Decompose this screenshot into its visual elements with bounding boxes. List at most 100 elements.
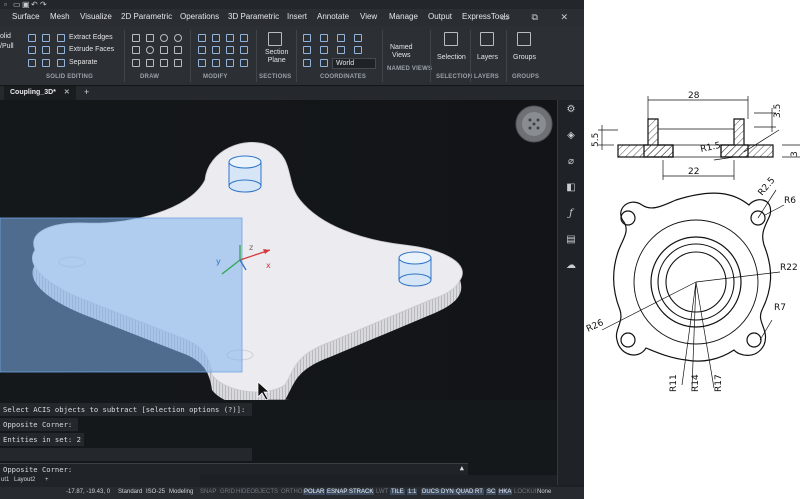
groups-icon[interactable]: [517, 32, 531, 46]
model-viewport[interactable]: y z x: [0, 100, 557, 400]
chevron-up-icon[interactable]: ▲: [460, 464, 464, 472]
extrude-faces-icon[interactable]: [57, 46, 65, 54]
tab-coupling-3d[interactable]: Coupling_3D* ✕: [4, 86, 76, 100]
trim-icon[interactable]: [240, 46, 248, 54]
polygon-icon[interactable]: [132, 59, 140, 67]
scale-icon[interactable]: [226, 34, 234, 42]
structure-icon[interactable]: ▤: [565, 234, 577, 246]
view-cube-icon[interactable]: [515, 105, 553, 143]
layers-button[interactable]: Layers: [477, 54, 498, 61]
save-icon[interactable]: ▣: [22, 0, 30, 9]
ducs-toggle[interactable]: DUCS: [421, 489, 441, 495]
snap-toggle[interactable]: SNAP: [199, 489, 217, 495]
polyline-icon[interactable]: [146, 34, 154, 42]
separate-icon[interactable]: [57, 59, 65, 67]
section-plane-button[interactable]: Section Plane: [265, 49, 288, 65]
hka-toggle[interactable]: HKA: [498, 489, 513, 495]
menu-mesh[interactable]: Mesh: [50, 12, 70, 21]
ucs-icon[interactable]: [337, 46, 345, 54]
menu-view[interactable]: View: [360, 12, 377, 21]
point-icon[interactable]: [146, 59, 154, 67]
open-icon[interactable]: ▭: [13, 0, 21, 9]
menu-insert[interactable]: Insert: [287, 12, 307, 21]
strack-toggle[interactable]: STRACK: [348, 489, 375, 495]
extrude-faces-button[interactable]: Extrude Faces: [69, 46, 114, 53]
spline-icon[interactable]: [174, 46, 182, 54]
add-layout-button[interactable]: +: [45, 477, 49, 483]
dim-style-status[interactable]: ISO-25: [146, 489, 165, 495]
undo-icon[interactable]: ↶: [31, 0, 38, 9]
text-style-status[interactable]: Standard: [118, 489, 142, 495]
section-plane-icon[interactable]: [268, 32, 282, 46]
array-icon[interactable]: [212, 46, 220, 54]
menu-output[interactable]: Output: [428, 12, 452, 21]
explode-icon[interactable]: [226, 59, 234, 67]
menu-operations[interactable]: Operations: [180, 12, 219, 21]
esnap-toggle[interactable]: ESNAP: [326, 489, 349, 495]
named-views-button[interactable]: Named Views: [390, 44, 413, 60]
ucs-icon[interactable]: [320, 46, 328, 54]
layers-icon[interactable]: [480, 32, 494, 46]
rt-toggle[interactable]: RT: [474, 489, 484, 495]
rectangle-icon[interactable]: [132, 46, 140, 54]
lwt-toggle[interactable]: LWT: [375, 489, 389, 495]
layers-panel-icon[interactable]: ◈: [565, 130, 577, 142]
rotate-icon[interactable]: [212, 34, 220, 42]
extract-edges-button[interactable]: Extract Edges: [69, 34, 113, 41]
ucs-icon[interactable]: [303, 59, 311, 67]
ucs-select[interactable]: World: [332, 58, 376, 69]
ucs-icon[interactable]: [320, 34, 328, 42]
cloud-icon[interactable]: ☁: [565, 260, 577, 272]
solid-edit-icon[interactable]: [42, 46, 50, 54]
sc-toggle[interactable]: SC: [486, 489, 497, 495]
menu-manage[interactable]: Manage: [389, 12, 418, 21]
boundary-icon[interactable]: [174, 59, 182, 67]
solid-edit-icon[interactable]: [42, 59, 50, 67]
copy-icon[interactable]: [198, 46, 206, 54]
mirror-icon[interactable]: [240, 34, 248, 42]
circle-icon[interactable]: [160, 34, 168, 42]
groups-button[interactable]: Groups: [513, 54, 536, 61]
region-icon[interactable]: [160, 59, 168, 67]
ortho-toggle[interactable]: ORTHO: [280, 489, 304, 495]
properties-icon[interactable]: ⚙: [565, 104, 577, 116]
ucs-icon[interactable]: [337, 34, 345, 42]
move-icon[interactable]: [198, 34, 206, 42]
ellipse-icon[interactable]: [146, 46, 154, 54]
window-controls[interactable]: ▭ ⧉ ✕: [501, 12, 578, 23]
ucs-icon[interactable]: [303, 34, 311, 42]
ucs-icon[interactable]: [354, 46, 362, 54]
new-tab-button[interactable]: +: [84, 87, 89, 97]
library-icon[interactable]: ◧: [565, 182, 577, 194]
command-input[interactable]: Opposite Corner: ▲: [0, 463, 468, 475]
line-icon[interactable]: [132, 34, 140, 42]
arc-icon[interactable]: [174, 34, 182, 42]
selection-button[interactable]: Selection: [437, 54, 466, 61]
menu-annotate[interactable]: Annotate: [317, 12, 349, 21]
solid-edit-icon[interactable]: [42, 34, 50, 42]
polar-toggle[interactable]: POLAR: [303, 489, 326, 495]
extract-edges-icon[interactable]: [57, 34, 65, 42]
solid-edit-icon[interactable]: [28, 34, 36, 42]
menu-2d-parametric[interactable]: 2D Parametric: [121, 12, 172, 21]
tab-layout1[interactable]: ut1: [1, 477, 9, 483]
erase-icon[interactable]: [240, 59, 248, 67]
hideobjects-toggle[interactable]: HIDEOBJECTS: [235, 489, 279, 495]
menu-3d-parametric[interactable]: 3D Parametric: [228, 12, 279, 21]
dyn-toggle[interactable]: DYN: [440, 489, 455, 495]
viewport-canvas[interactable]: y z x: [0, 100, 557, 400]
menu-surface[interactable]: Surface: [12, 12, 40, 21]
lockui-toggle[interactable]: LOCKUI: [513, 489, 537, 495]
hatch-icon[interactable]: [160, 46, 168, 54]
annotation-scale-status[interactable]: None: [537, 489, 551, 495]
workspace-status[interactable]: Modeling: [169, 489, 193, 495]
scale-status[interactable]: 1:1: [407, 489, 418, 495]
offset-icon[interactable]: [226, 46, 234, 54]
chamfer-icon[interactable]: [212, 59, 220, 67]
ucs-icon[interactable]: [354, 34, 362, 42]
attach-icon[interactable]: ⌀: [565, 156, 577, 168]
ucs-icon[interactable]: [303, 46, 311, 54]
menu-visualize[interactable]: Visualize: [80, 12, 112, 21]
close-icon[interactable]: ✕: [64, 89, 70, 96]
solid-edit-icon[interactable]: [28, 46, 36, 54]
